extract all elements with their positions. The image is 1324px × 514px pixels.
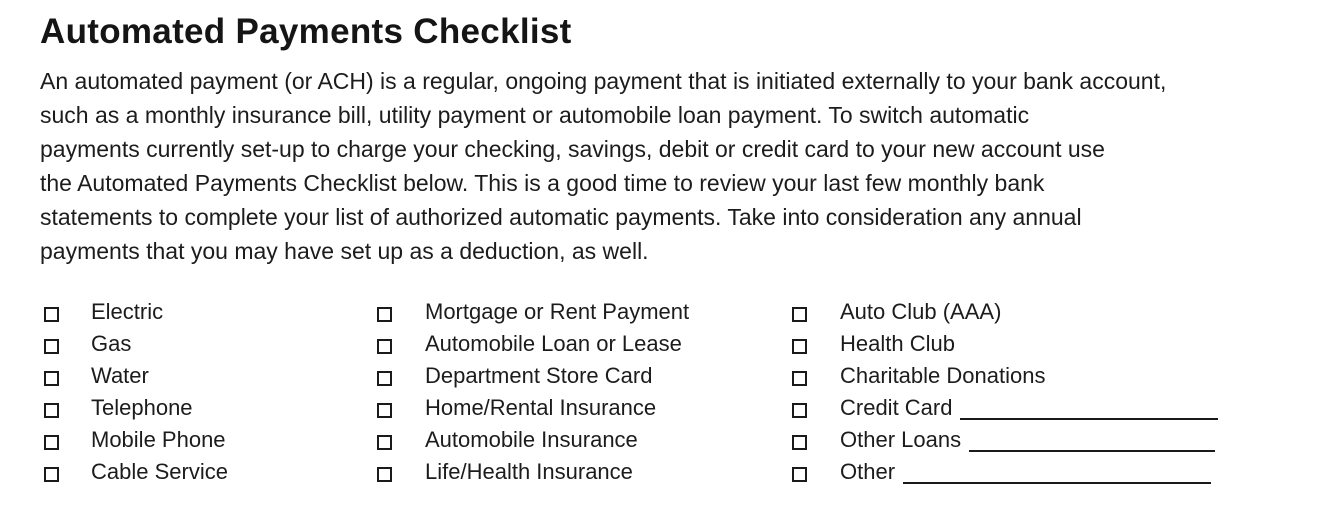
checkbox-cable-service[interactable]: [44, 466, 59, 482]
item-label: Cable Service: [91, 459, 228, 484]
item-label: Other: [840, 459, 896, 484]
checklist-item-auto-loan[interactable]: Automobile Loan or Lease: [377, 328, 689, 360]
intro-line: the Automated Payments Checklist below. …: [40, 170, 1045, 196]
checkbox-mortgage-rent[interactable]: [377, 306, 392, 322]
item-label: Credit Card: [840, 395, 953, 420]
credit-card-fill-in-line[interactable]: [960, 396, 1219, 420]
checkbox-department-store-card[interactable]: [377, 370, 392, 386]
checkbox-life-health-insurance[interactable]: [377, 466, 392, 482]
item-label: Automobile Loan or Lease: [425, 331, 682, 356]
other-loans-fill-in-line[interactable]: [969, 428, 1216, 452]
checklist-item-electric[interactable]: Electric: [44, 296, 228, 328]
checklist-item-mobile-phone[interactable]: Mobile Phone: [44, 424, 228, 456]
other-fill-in-line[interactable]: [903, 460, 1212, 484]
checklist-item-life-health-insurance[interactable]: Life/Health Insurance: [377, 456, 689, 488]
checkbox-gas[interactable]: [44, 338, 59, 354]
item-label: Auto Club (AAA): [840, 299, 1002, 324]
intro-line: payments that you may have set up as a d…: [40, 238, 649, 264]
checklist-item-auto-insurance[interactable]: Automobile Insurance: [377, 424, 689, 456]
item-label: Telephone: [91, 395, 193, 420]
item-label: Health Club: [840, 331, 955, 356]
item-label: Mobile Phone: [91, 427, 226, 452]
checklist-item-other-loans[interactable]: Other Loans: [792, 424, 1218, 456]
checkbox-mobile-phone[interactable]: [44, 434, 59, 450]
checkbox-auto-insurance[interactable]: [377, 434, 392, 450]
checklist-item-other[interactable]: Other: [792, 456, 1218, 488]
intro-line: payments currently set-up to charge your…: [40, 136, 1105, 162]
item-label: Other Loans: [840, 427, 962, 452]
page-title: Automated Payments Checklist: [40, 12, 572, 51]
checkbox-health-club[interactable]: [792, 338, 807, 354]
checklist-item-home-rental-insurance[interactable]: Home/Rental Insurance: [377, 392, 689, 424]
intro-line: An automated payment (or ACH) is a regul…: [40, 68, 1167, 94]
item-label: Department Store Card: [425, 363, 653, 388]
checklist-item-gas[interactable]: Gas: [44, 328, 228, 360]
checklist-item-department-store-card[interactable]: Department Store Card: [377, 360, 689, 392]
checkbox-other-loans[interactable]: [792, 434, 807, 450]
checklist-item-cable-service[interactable]: Cable Service: [44, 456, 228, 488]
checkbox-home-rental-insurance[interactable]: [377, 402, 392, 418]
checkbox-telephone[interactable]: [44, 402, 59, 418]
intro-line: statements to complete your list of auth…: [40, 204, 1082, 230]
checklist-item-telephone[interactable]: Telephone: [44, 392, 228, 424]
checkbox-other[interactable]: [792, 466, 807, 482]
checklist-item-water[interactable]: Water: [44, 360, 228, 392]
checkbox-charitable-donations[interactable]: [792, 370, 807, 386]
item-label: Automobile Insurance: [425, 427, 638, 452]
item-label: Life/Health Insurance: [425, 459, 633, 484]
checkbox-electric[interactable]: [44, 306, 59, 322]
checkbox-credit-card[interactable]: [792, 402, 807, 418]
checklist-column-other: Auto Club (AAA) Health Club Charitable D…: [792, 296, 1219, 488]
item-label: Gas: [91, 331, 132, 356]
checklist-item-auto-club[interactable]: Auto Club (AAA): [792, 296, 1218, 328]
checklist-column-utilities: Electric Gas Water Telephone Mobile Phon…: [44, 296, 228, 488]
item-label: Electric: [91, 299, 164, 324]
checklist-item-charitable-donations[interactable]: Charitable Donations: [792, 360, 1218, 392]
checklist-item-credit-card[interactable]: Credit Card: [792, 392, 1219, 424]
checklist-column-loans-insurance: Mortgage or Rent Payment Automobile Loan…: [377, 296, 689, 488]
item-label: Mortgage or Rent Payment: [425, 299, 690, 324]
item-label: Charitable Donations: [840, 363, 1046, 388]
intro-paragraph: An automated payment (or ACH) is a regul…: [40, 64, 1288, 268]
intro-line: such as a monthly insurance bill, utilit…: [40, 102, 1030, 128]
checkbox-auto-loan[interactable]: [377, 338, 392, 354]
item-label: Home/Rental Insurance: [425, 395, 657, 420]
checklist-item-health-club[interactable]: Health Club: [792, 328, 1218, 360]
checkbox-auto-club[interactable]: [792, 306, 807, 322]
item-label: Water: [91, 363, 149, 388]
checkbox-water[interactable]: [44, 370, 59, 386]
checklist-item-mortgage-rent[interactable]: Mortgage or Rent Payment: [377, 296, 689, 328]
